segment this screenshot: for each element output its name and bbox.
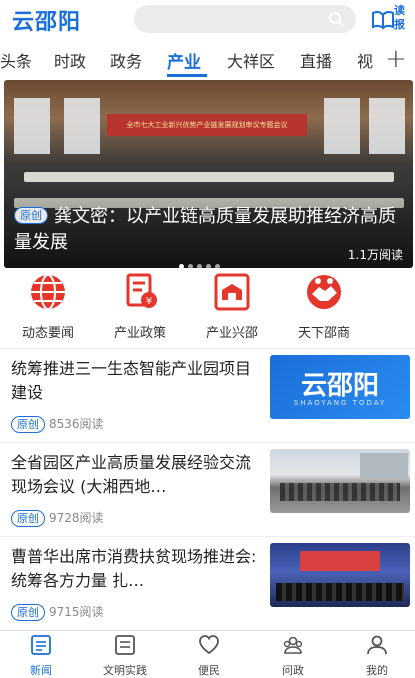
original-badge: 原创	[11, 416, 45, 433]
quick-links: 动态要闻 ¥ 产业政策 产业兴邵 天下邵商	[0, 272, 415, 344]
original-badge: 原创	[11, 510, 45, 527]
quick-link-label: 动态要闻	[21, 326, 74, 341]
quick-link-industry[interactable]: 产业兴邵	[182, 272, 282, 341]
search-icon[interactable]	[328, 11, 344, 27]
carousel-dots	[179, 254, 224, 268]
thumbnail-subtitle: SHAOYANG TODAY	[293, 399, 387, 407]
news-meta: 原创 9715阅读	[11, 603, 104, 621]
window	[369, 98, 405, 154]
thumbnail-audience	[276, 583, 404, 601]
original-badge: 原创	[11, 604, 45, 621]
tabbar-news[interactable]: 新闻	[6, 634, 76, 678]
news-title[interactable]: 曹普华出席市消费扶贫现场推进会:统筹各方力量 扎…	[11, 545, 259, 593]
globe-icon	[31, 274, 65, 310]
bottom-tab-bar: 新闻 文明实践 便民 问政 我的	[0, 630, 415, 678]
thumbnail-stage-screen	[300, 551, 380, 571]
book-icon	[372, 10, 394, 30]
news-thumbnail[interactable]: 云邵阳 SHAOYANG TODAY	[270, 355, 410, 419]
carousel-dot[interactable]	[215, 264, 220, 268]
headline-carousel[interactable]: 全市七大工业新兴优势产业链发展规划审议专题会议 原创 龚文密：以产业链高质量发展助…	[4, 80, 413, 268]
tabbar-label: 新闻	[30, 664, 52, 677]
civil-icon	[115, 635, 135, 655]
news-read-count: 8536阅读	[49, 417, 104, 431]
quick-link-label: 天下邵商	[297, 326, 350, 341]
active-tab-indicator	[167, 74, 207, 77]
banner-read-count: 1.1万阅读	[347, 248, 403, 262]
window	[324, 98, 360, 154]
banner-title-text: 龚文密：以产业链高质量发展助推经济高质量发展	[14, 206, 396, 253]
carousel-dot[interactable]	[179, 264, 184, 268]
news-meta: 原创 8536阅读	[11, 415, 104, 433]
tab-shizheng[interactable]: 时政	[54, 48, 86, 72]
quick-link-merchants[interactable]: 天下邵商	[274, 272, 374, 341]
add-channel-icon[interactable]: +	[385, 44, 407, 74]
tabbar-label: 便民	[198, 664, 220, 677]
window	[14, 98, 50, 154]
read-paper-button[interactable]: 读报	[371, 4, 411, 36]
carousel-dot[interactable]	[197, 264, 202, 268]
thumbnail-building	[360, 453, 408, 479]
tab-chanye[interactable]: 产业	[167, 48, 201, 73]
carousel-dot[interactable]	[188, 264, 193, 268]
industry-icon	[214, 273, 250, 311]
channel-tabs: 头条 时政 政务 产业 大祥区 直播 视	[0, 42, 415, 78]
meeting-banner: 全市七大工业新兴优势产业链发展规划审议专题会议	[107, 114, 307, 136]
people-icon	[283, 636, 303, 654]
news-thumbnail[interactable]	[270, 449, 410, 513]
tab-zhibo[interactable]: 直播	[300, 48, 332, 72]
tab-shi[interactable]: 视	[357, 48, 373, 72]
quick-link-policy[interactable]: ¥ 产业政策	[90, 272, 190, 341]
quick-link-news[interactable]: 动态要闻	[0, 272, 98, 341]
tab-daxiangqu[interactable]: 大祥区	[227, 48, 275, 72]
news-meta: 原创 9728阅读	[11, 509, 104, 527]
news-read-count: 9715阅读	[49, 605, 104, 619]
news-read-count: 9728阅读	[49, 511, 104, 525]
news-item[interactable]: 曹普华出席市消费扶贫现场推进会:统筹各方力量 扎… 原创 9715阅读	[0, 536, 415, 628]
heart-icon	[199, 635, 219, 655]
news-thumbnail[interactable]	[270, 543, 410, 607]
tabbar-label: 文明实践	[103, 664, 147, 677]
search-bar[interactable]	[134, 5, 356, 33]
tabbar-civil[interactable]: 文明实践	[90, 634, 160, 678]
tabbar-label: 我的	[366, 664, 388, 677]
svg-text:¥: ¥	[146, 296, 152, 307]
window	[64, 98, 100, 154]
user-icon	[367, 635, 387, 655]
news-title[interactable]: 全省园区产业高质量发展经验交流现场会议 (大湘西地…	[11, 451, 259, 499]
news-item[interactable]: 统筹推进三一生态智能产业园项目建设 原创 8536阅读 云邵阳 SHAOYANG …	[0, 348, 415, 440]
tabbar-inquiry[interactable]: 问政	[258, 634, 328, 678]
tabbar-label: 问政	[282, 664, 304, 677]
tab-toutiao[interactable]: 头条	[0, 48, 32, 72]
news-item[interactable]: 全省园区产业高质量发展经验交流现场会议 (大湘西地… 原创 9728阅读	[0, 442, 415, 534]
news-title[interactable]: 统筹推进三一生态智能产业园项目建设	[11, 357, 259, 405]
original-badge: 原创	[14, 207, 48, 224]
handshake-icon	[307, 275, 341, 309]
quick-link-label: 产业兴邵	[205, 326, 258, 341]
tabbar-service[interactable]: 便民	[174, 634, 244, 678]
news-icon	[31, 635, 51, 655]
carousel-dot[interactable]	[206, 264, 211, 268]
read-paper-label: 读报	[394, 4, 405, 31]
thumbnail-logo: 云邵阳	[300, 371, 379, 401]
quick-link-label: 产业政策	[113, 326, 166, 341]
policy-icon: ¥	[126, 273, 157, 308]
tab-zhengwu[interactable]: 政务	[110, 48, 142, 72]
app-header: 云邵阳 读报	[0, 0, 415, 40]
thumbnail-crowd	[280, 483, 400, 501]
app-logo: 云邵阳	[12, 9, 82, 35]
tabbar-mine[interactable]: 我的	[342, 634, 412, 678]
